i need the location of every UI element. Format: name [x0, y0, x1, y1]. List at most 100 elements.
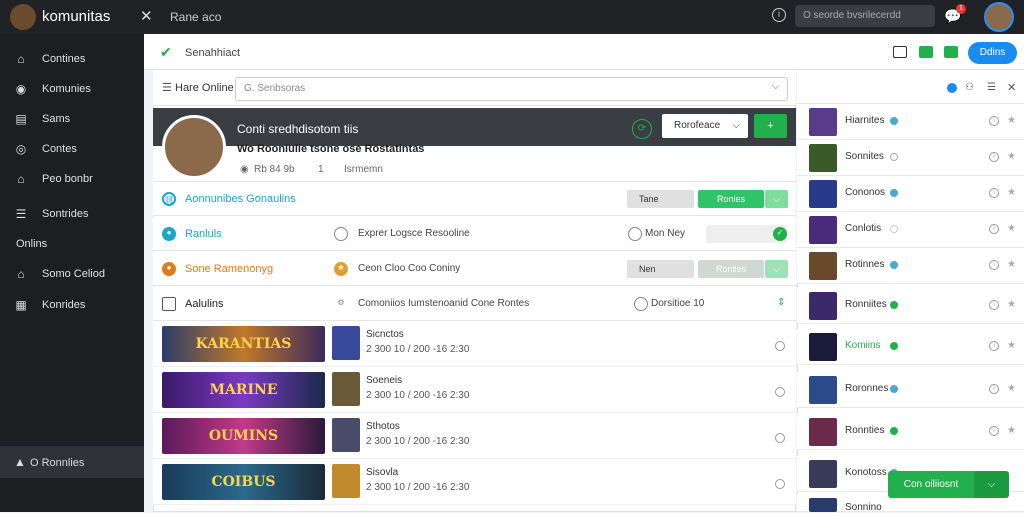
- list-item[interactable]: Komiins i ★: [797, 329, 1024, 365]
- add-button[interactable]: +: [754, 114, 787, 138]
- game-meta: 2 300 10 / 200 -16 2:30: [366, 436, 470, 447]
- item-name: Konotoss: [845, 467, 887, 478]
- chat-icon: ◎: [15, 142, 27, 156]
- sidebar-item-komunies[interactable]: ◉ Komunies: [0, 74, 144, 104]
- item-name: Rotinnes: [845, 259, 885, 270]
- star-icon[interactable]: ★: [1007, 187, 1016, 198]
- info-icon[interactable]: i: [989, 384, 999, 394]
- game-banner: KARANTIAS: [162, 326, 325, 362]
- list-item[interactable]: Ronniites i ★: [797, 288, 1024, 324]
- action-bar: [144, 34, 1024, 70]
- sidebar-item-sontrides[interactable]: ☰ Sontrides: [0, 199, 144, 229]
- status-dot: [890, 427, 898, 435]
- star-icon[interactable]: ★: [1007, 151, 1016, 162]
- info-icon[interactable]: i: [989, 300, 999, 310]
- item-name: Ronnties: [845, 425, 885, 436]
- game-meta: 2 300 10 / 200 -16 2:30: [366, 390, 470, 401]
- status-dot: [890, 225, 898, 233]
- status-dot: [890, 261, 898, 269]
- close-icon[interactable]: ✕: [140, 7, 153, 25]
- window-icon[interactable]: [893, 46, 907, 58]
- check-icon[interactable]: ✓: [773, 227, 787, 241]
- chevron-down-icon[interactable]: ⌵: [772, 81, 780, 92]
- filter-input[interactable]: G. Senbsoras: [235, 77, 788, 101]
- info-icon[interactable]: i: [989, 116, 999, 126]
- star-icon[interactable]: ★: [1007, 299, 1016, 310]
- chevron-down-icon[interactable]: ⌵: [765, 260, 788, 278]
- refresh-icon[interactable]: ⟳: [632, 119, 652, 139]
- gear-icon: ⚙: [337, 298, 345, 307]
- row-dropdown[interactable]: Tane: [627, 190, 694, 208]
- row-button[interactable]: Ronies: [698, 190, 764, 208]
- star-icon[interactable]: ★: [1007, 115, 1016, 126]
- sidebar-item-somo-celiod[interactable]: ⌂ Somo Celiod: [0, 259, 144, 289]
- sidebar-footer[interactable]: ▲ O Ronnlies: [0, 446, 144, 478]
- star-icon[interactable]: ★: [1007, 383, 1016, 394]
- menu-icon: ☰: [15, 207, 27, 221]
- profile-dropdown[interactable]: Rorofeace ⌵: [662, 114, 748, 138]
- sidebar-item-contes[interactable]: ◎ Contes: [0, 134, 144, 164]
- chevron-down-icon[interactable]: ⌵: [974, 471, 1009, 498]
- user-avatar[interactable]: [984, 2, 1014, 32]
- primary-button[interactable]: Ddins: [968, 42, 1017, 64]
- row-button[interactable]: Ronlies: [698, 260, 764, 278]
- filter-label: Hare Online: [175, 82, 234, 94]
- users-icon[interactable]: ⚇: [965, 82, 974, 93]
- thumbnail: [809, 216, 837, 244]
- row-dropdown[interactable]: Nen: [627, 260, 694, 278]
- app-logo[interactable]: [10, 4, 36, 30]
- profile-name: Conti sredhdisotom tiis: [237, 122, 359, 136]
- sidebar-item-contines[interactable]: ⌂ Contines: [0, 44, 144, 74]
- thumbnail: [809, 144, 837, 172]
- list-item[interactable]: Cononos i ★: [797, 176, 1024, 212]
- star-icon[interactable]: ★: [1007, 259, 1016, 270]
- menu-icon[interactable]: ☰: [987, 82, 996, 93]
- list-item[interactable]: Rotinnes i ★: [797, 248, 1024, 284]
- info-icon[interactable]: i: [989, 152, 999, 162]
- star-icon[interactable]: ★: [1007, 223, 1016, 234]
- info-icon[interactable]: i: [989, 341, 999, 351]
- star-icon[interactable]: ★: [1007, 425, 1016, 436]
- sidebar-item-sams[interactable]: ▤ Sams: [0, 104, 144, 134]
- help-icon[interactable]: i: [772, 8, 786, 22]
- search-input[interactable]: O seorde bvsrilecerdd: [795, 5, 935, 27]
- thumbnail: [809, 252, 837, 280]
- close-icon[interactable]: ✕: [1007, 81, 1016, 94]
- row-chip-text: Mon Ney: [645, 228, 686, 239]
- star-icon[interactable]: ★: [1007, 340, 1016, 351]
- sidebar-item-konrides[interactable]: ▦ Konrides: [0, 290, 144, 320]
- sidebar-item-onlins[interactable]: Onlins: [0, 229, 144, 259]
- sort-icon[interactable]: ⇕: [777, 297, 785, 308]
- status-dot: [890, 342, 898, 350]
- info-icon[interactable]: i: [989, 224, 999, 234]
- info-icon[interactable]: i: [989, 188, 999, 198]
- status-dot: [890, 153, 898, 161]
- info-icon[interactable]: [947, 83, 957, 93]
- clock-icon: [334, 227, 348, 241]
- list-item[interactable]: Sonnites i ★: [797, 140, 1024, 176]
- thumbnail: [809, 292, 837, 320]
- info-icon[interactable]: i: [989, 426, 999, 436]
- radio-button[interactable]: [775, 341, 785, 351]
- stat-icon: ◉: [240, 164, 249, 175]
- thumbnail: [809, 376, 837, 404]
- action-label: Senahhiact: [185, 47, 241, 59]
- footer-action-button[interactable]: Con oiliiosnt: [888, 471, 974, 498]
- green-icon[interactable]: [919, 46, 933, 58]
- sidebar-item-peo-bonbr[interactable]: ⌂ Peo bonbr: [0, 164, 144, 194]
- notification-badge: 1: [956, 4, 966, 14]
- window-title: Rane aco: [170, 10, 222, 24]
- list-item[interactable]: Hiarnites i ★: [797, 104, 1024, 140]
- info-icon[interactable]: i: [989, 260, 999, 270]
- brand-name: komunitas: [42, 8, 111, 25]
- list-icon: ☰: [162, 82, 172, 94]
- chevron-down-icon[interactable]: ⌵: [765, 190, 788, 208]
- radio-button[interactable]: [775, 433, 785, 443]
- green-icon-2[interactable]: [944, 46, 958, 58]
- list-item[interactable]: Roronnes i ★: [797, 372, 1024, 408]
- badge-icon: ●: [162, 262, 176, 276]
- list-item[interactable]: Conlotis i ★: [797, 212, 1024, 248]
- radio-button[interactable]: [775, 387, 785, 397]
- list-item[interactable]: Ronnties i ★: [797, 414, 1024, 450]
- radio-button[interactable]: [775, 479, 785, 489]
